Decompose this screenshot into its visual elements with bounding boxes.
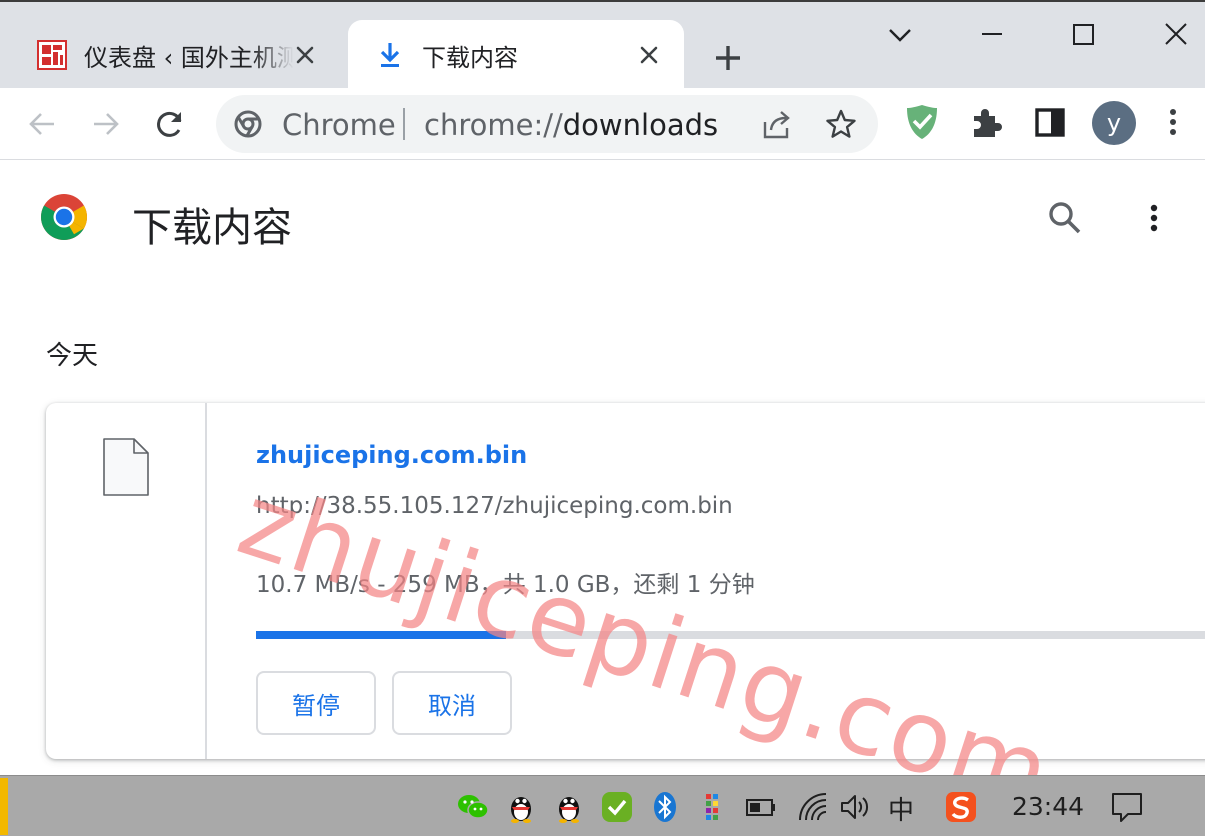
page-header: 下载内容 [0,161,1205,271]
qq-icon[interactable] [552,790,586,824]
security-check-icon[interactable] [600,790,634,824]
file-icon [102,437,150,497]
profile-avatar[interactable]: y [1092,101,1136,145]
pause-button[interactable]: 暂停 [256,671,376,735]
taskbar-app-indicator[interactable] [0,778,8,835]
page-title: 下载内容 [132,205,292,251]
address-bar[interactable]: Chrome chrome://downloads [216,95,878,153]
url-host: downloads [562,108,719,142]
wifi-icon[interactable] [796,790,830,824]
extensions-puzzle-icon[interactable] [966,102,1006,142]
reload-icon[interactable] [150,104,190,144]
file-icon-column [46,403,207,759]
taskbar: 中 23:44 [0,775,1205,836]
bookmark-star-icon[interactable] [824,107,858,141]
tab-title: 下载内容 [422,43,518,72]
tab-strip: 仪表盘 ‹ 国外主机测评 — WordPress 下载内容 [0,0,1205,90]
kebab-menu-icon[interactable] [1140,199,1168,237]
download-progress-bar [256,631,1205,639]
clock[interactable]: 23:44 [1012,792,1084,821]
tab-title: 仪表盘 ‹ 国外主机测评 — WordPress [84,43,294,72]
url-text[interactable]: chrome://downloads [424,108,718,142]
url-scheme: chrome:// [424,108,563,142]
new-tab-button[interactable] [708,38,748,78]
close-icon[interactable] [1156,16,1196,56]
file-name-link[interactable]: zhujiceping.com.bin [256,441,527,469]
kebab-menu-icon[interactable] [1158,102,1188,142]
downloads-page: 下载内容 今天 zhujiceping.com.bin http://38.55… [0,161,1205,775]
red-site-favicon [36,39,68,71]
share-icon[interactable] [760,108,794,142]
omnibox-separator [403,108,405,140]
omnibox-label: Chrome [282,108,396,142]
download-item-card: zhujiceping.com.bin http://38.55.105.127… [46,403,1205,759]
adguard-shield-icon[interactable] [902,102,942,142]
chrome-logo-icon [234,110,262,138]
tab-downloads[interactable]: 下载内容 [348,20,684,90]
volume-icon[interactable] [838,790,872,824]
maximize-icon[interactable] [1064,16,1104,56]
qq-icon[interactable] [504,790,538,824]
chrome-logo-icon [40,193,88,241]
date-heading: 今天 [46,341,99,371]
file-source-url[interactable]: http://38.55.105.127/zhujiceping.com.bin [256,493,733,519]
forward-arrow-icon[interactable] [86,104,126,144]
cancel-button[interactable]: 取消 [392,671,512,735]
back-arrow-icon[interactable] [22,104,62,144]
download-status: 10.7 MB/s - 259 MB，共 1.0 GB，还剩 1 分钟 [256,572,755,598]
input-method-indicator[interactable]: 中 [888,790,914,827]
notification-icon[interactable] [1110,790,1144,824]
colorful-app-icon[interactable] [696,790,730,824]
tab-dashboard[interactable]: 仪表盘 ‹ 国外主机测评 — WordPress [10,20,340,90]
close-tab-icon[interactable] [636,42,662,68]
wechat-icon[interactable] [456,790,490,824]
side-panel-icon[interactable] [1030,102,1070,142]
search-icon[interactable] [1046,199,1084,237]
bluetooth-icon[interactable] [648,790,682,824]
minimize-icon[interactable] [972,16,1012,56]
browser-toolbar: Chrome chrome://downloads y [0,88,1205,160]
close-tab-icon[interactable] [292,42,318,68]
progress-fill [256,631,506,639]
sogou-ime-icon[interactable] [944,790,978,824]
download-arrow-icon [374,39,406,71]
chevron-down-icon[interactable] [880,16,920,56]
battery-icon[interactable] [744,790,778,824]
